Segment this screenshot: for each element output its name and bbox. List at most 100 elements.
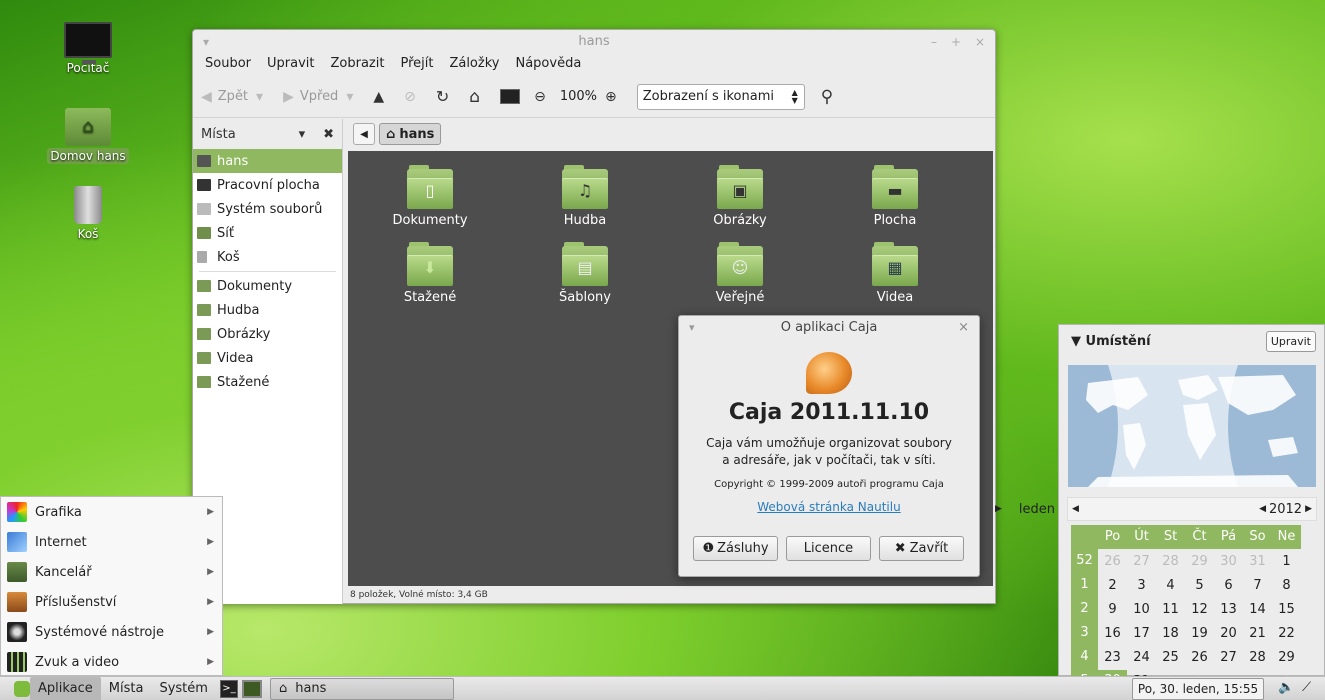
back-history-button[interactable]: ▾: [256, 89, 269, 105]
path-crumb-hans[interactable]: ⌂ hans: [379, 123, 442, 145]
close-button[interactable]: ×: [975, 30, 985, 54]
taskbar-item-hans[interactable]: ⌂ hans: [269, 677, 454, 700]
sidebar-item-documents[interactable]: Dokumenty: [193, 274, 342, 298]
panel-menu-places[interactable]: Místa: [101, 677, 152, 700]
panel-menu-applications[interactable]: Aplikace: [30, 676, 101, 700]
file-item[interactable]: ♫ Hudba: [525, 165, 645, 228]
calendar-day[interactable]: 11: [1156, 602, 1185, 617]
menu-item-graphics[interactable]: Grafika ▶: [1, 497, 222, 527]
close-icon[interactable]: ×: [958, 316, 969, 340]
calendar-day[interactable]: 6: [1214, 578, 1243, 593]
file-item[interactable]: ▣ Obrázky: [680, 165, 800, 228]
calendar-day[interactable]: 28: [1243, 650, 1272, 665]
calendar-day[interactable]: 27: [1214, 650, 1243, 665]
calendar-day[interactable]: 5: [1185, 578, 1214, 593]
calendar-day[interactable]: 29: [1185, 554, 1214, 569]
file-item[interactable]: ⬇ Stažené: [370, 242, 490, 305]
minimize-button[interactable]: –: [931, 30, 937, 54]
menu-soubor[interactable]: Soubor: [197, 54, 259, 76]
calendar-day[interactable]: 20: [1214, 626, 1243, 641]
triangle-down-icon[interactable]: ▼: [1071, 334, 1081, 349]
forward-button[interactable]: ▶ Vpřed: [283, 89, 338, 105]
calendar-day[interactable]: 22: [1272, 626, 1301, 641]
calendar-day[interactable]: 10: [1127, 602, 1156, 617]
calendar-day[interactable]: 12: [1185, 602, 1214, 617]
calendar-day[interactable]: 8: [1272, 578, 1301, 593]
close-dialog-button[interactable]: ✖ Zavřít: [879, 536, 964, 561]
file-item[interactable]: ▤ Šablony: [525, 242, 645, 305]
calendar-day[interactable]: 2: [1098, 578, 1127, 593]
panel-menu-system[interactable]: Systém: [151, 677, 215, 700]
menu-item-accessories[interactable]: Příslušenství ▶: [1, 587, 222, 617]
sidebar-item-downloads[interactable]: Stažené: [193, 370, 342, 394]
path-scroll-left-button[interactable]: ◀: [353, 123, 375, 145]
file-item[interactable]: ☺ Veřejné: [680, 242, 800, 305]
desktop-icon-computer[interactable]: Počítač: [43, 22, 133, 76]
edit-locations-button[interactable]: Upravit: [1265, 330, 1316, 352]
network-status-icon[interactable]: ⟋: [1302, 680, 1311, 695]
calendar-day[interactable]: 14: [1243, 602, 1272, 617]
credits-button[interactable]: ❶ Zásluhy: [693, 536, 778, 561]
close-icon[interactable]: ✖: [323, 127, 334, 142]
calendar-day[interactable]: 1: [1272, 554, 1301, 569]
calendar-day[interactable]: 29: [1272, 650, 1301, 665]
calendar-day[interactable]: 26: [1098, 554, 1127, 569]
next-month-button[interactable]: ▶: [995, 504, 1002, 514]
license-button[interactable]: Licence: [786, 536, 871, 561]
calendar-day[interactable]: 15: [1272, 602, 1301, 617]
menu-item-sound-video[interactable]: Zvuk a video ▶: [1, 647, 222, 677]
stop-button[interactable]: ⊘: [404, 89, 422, 105]
menu-item-internet[interactable]: Internet ▶: [1, 527, 222, 557]
calendar-day[interactable]: 27: [1127, 554, 1156, 569]
calendar-day[interactable]: 25: [1156, 650, 1185, 665]
calendar-day[interactable]: 24: [1127, 650, 1156, 665]
volume-icon[interactable]: 🔈: [1278, 680, 1294, 695]
calendar-day[interactable]: 21: [1243, 626, 1272, 641]
home-button[interactable]: ⌂: [469, 87, 486, 107]
search-button[interactable]: ⚲: [821, 87, 839, 107]
file-item[interactable]: ▬ Plocha: [835, 165, 955, 228]
back-button[interactable]: ◀ Zpět: [201, 89, 248, 105]
calendar-day[interactable]: 16: [1098, 626, 1127, 641]
computer-button[interactable]: [500, 89, 521, 104]
calendar-day[interactable]: 7: [1243, 578, 1272, 593]
chevron-down-icon[interactable]: ▾: [299, 127, 306, 142]
calendar-day[interactable]: 4: [1156, 578, 1185, 593]
sidebar-item-pictures[interactable]: Obrázky: [193, 322, 342, 346]
view-mode-select[interactable]: Zobrazení s ikonami ▲ ▼: [636, 83, 805, 110]
prev-year-button[interactable]: ◀: [1259, 504, 1266, 514]
window-menu-icon[interactable]: ▾: [689, 316, 695, 340]
desktop-icon-home[interactable]: ⌂ Domov hans: [43, 108, 133, 164]
panel-clock[interactable]: Po, 30. leden, 15:55: [1132, 678, 1264, 700]
menu-item-office[interactable]: Kancelář ▶: [1, 557, 222, 587]
window-titlebar[interactable]: ▾ hans – + ×: [193, 30, 995, 54]
sidebar-item-filesystem[interactable]: Systém souborů: [193, 197, 342, 221]
menu-zobrazit[interactable]: Zobrazit: [322, 54, 392, 76]
sidebar-item-network[interactable]: Síť: [193, 221, 342, 245]
calendar-day[interactable]: 30: [1214, 554, 1243, 569]
calendar-day[interactable]: 31: [1243, 554, 1272, 569]
sidebar-item-desktop[interactable]: Pracovní plocha: [193, 173, 342, 197]
sidebar-item-hans[interactable]: hans: [193, 149, 342, 173]
up-button[interactable]: ▲: [373, 89, 390, 105]
maximize-button[interactable]: +: [951, 30, 961, 54]
file-item[interactable]: ▯ Dokumenty: [370, 165, 490, 228]
menu-napoveda[interactable]: Nápověda: [507, 54, 589, 76]
calendar-day[interactable]: 19: [1185, 626, 1214, 641]
calendar-day[interactable]: 18: [1156, 626, 1185, 641]
sidebar-item-videos[interactable]: Videa: [193, 346, 342, 370]
zoom-out-button[interactable]: ⊖: [534, 89, 552, 105]
forward-history-button[interactable]: ▾: [346, 89, 359, 105]
calendar-day[interactable]: 26: [1185, 650, 1214, 665]
calendar-day[interactable]: 9: [1098, 602, 1127, 617]
file-item[interactable]: ▦ Videa: [835, 242, 955, 305]
terminal-launcher-icon[interactable]: >_: [219, 679, 238, 698]
sidebar-item-trash[interactable]: Koš: [193, 245, 342, 269]
sidebar-item-music[interactable]: Hudba: [193, 298, 342, 322]
calendar-day[interactable]: 23: [1098, 650, 1127, 665]
dialog-titlebar[interactable]: ▾ O aplikaci Caja ×: [679, 316, 979, 340]
zoom-in-button[interactable]: ⊕: [605, 89, 623, 105]
window-menu-icon[interactable]: ▾: [203, 30, 209, 54]
calendar-day[interactable]: 17: [1127, 626, 1156, 641]
menu-zalozky[interactable]: Záložky: [441, 54, 507, 76]
